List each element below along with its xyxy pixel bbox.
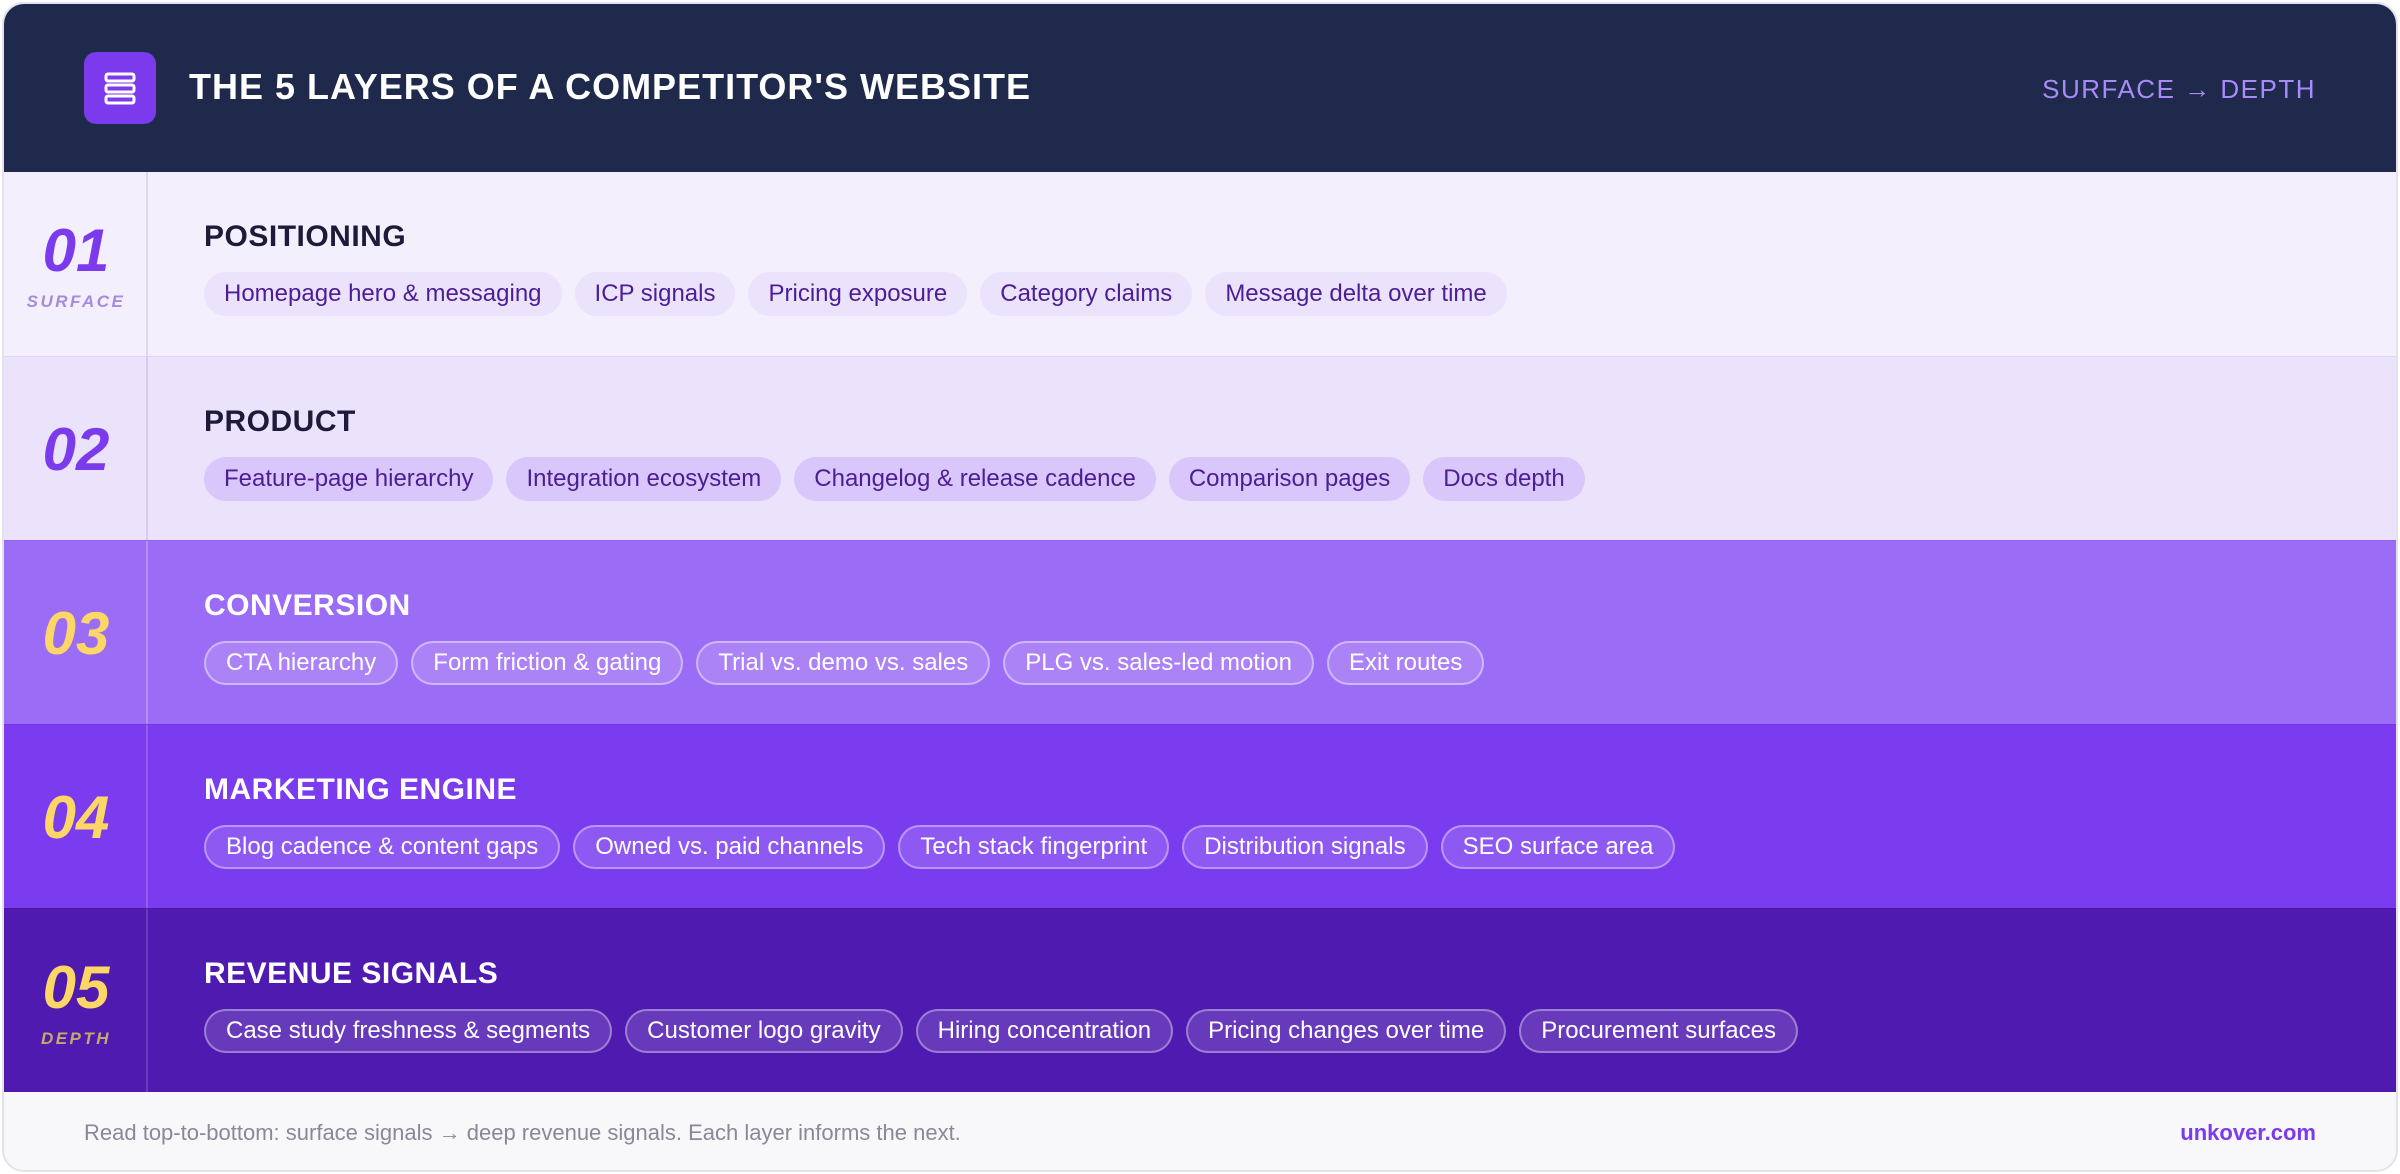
signal-chip: Homepage hero & messaging	[204, 272, 562, 316]
layer-number: 05	[42, 954, 110, 1021]
layer-number: 02	[42, 416, 110, 483]
layer-marketing-engine: 04 MARKETING ENGINE Blog cadence & conte…	[4, 724, 2396, 908]
layer-number-column: 02	[4, 357, 148, 540]
signal-chip: Hiring concentration	[915, 1009, 1174, 1053]
signal-chip: Trial vs. demo vs. sales	[696, 641, 991, 685]
signal-chip: Form friction & gating	[411, 641, 684, 685]
layer-title: MARKETING ENGINE	[204, 773, 518, 806]
signal-chip: Docs depth	[1423, 457, 1585, 501]
layer-number-column: 01 SURFACE	[4, 172, 148, 356]
infographic-card: THE 5 LAYERS OF A COMPETITOR'S WEBSITE S…	[2, 2, 2398, 1172]
layer-positioning: 01 SURFACE POSITIONING Homepage hero & m…	[4, 172, 2396, 356]
signal-chip: Changelog & release cadence	[794, 457, 1156, 501]
layer-number-column: 04	[4, 725, 148, 908]
signal-chip: Procurement surfaces	[1519, 1009, 1798, 1053]
signal-chip: Customer logo gravity	[625, 1009, 903, 1053]
signal-chip: Owned vs. paid channels	[573, 825, 886, 869]
signal-chip: Exit routes	[1327, 641, 1485, 685]
layer-product: 02 PRODUCT Feature-page hierarchy Integr…	[4, 356, 2396, 540]
signal-chip: Case study freshness & segments	[204, 1009, 613, 1053]
layer-tag: DEPTH	[40, 1029, 112, 1048]
layer-tag: SURFACE	[26, 292, 126, 311]
chip-list: CTA hierarchy Form friction & gating Tri…	[204, 641, 1485, 685]
layer-title: PRODUCT	[204, 405, 356, 438]
footer: Read top-to-bottom: surface signals → de…	[4, 1092, 2396, 1170]
chip-list: Feature-page hierarchy Integration ecosy…	[204, 457, 1585, 501]
layer-stack: 01 SURFACE POSITIONING Homepage hero & m…	[4, 172, 2396, 1092]
layer-number-column: 03	[4, 541, 148, 724]
layer-conversion: 03 CONVERSION CTA hierarchy Form frictio…	[4, 540, 2396, 724]
layer-title: CONVERSION	[204, 589, 411, 622]
direction-label: SURFACE → DEPTH	[2042, 74, 2316, 104]
signal-chip: Blog cadence & content gaps	[204, 825, 561, 869]
signal-chip: Feature-page hierarchy	[204, 457, 494, 501]
signal-chip: SEO surface area	[1440, 825, 1676, 869]
layer-number: 01	[42, 217, 110, 284]
signal-chip: Comparison pages	[1168, 457, 1411, 501]
footer-note: Read top-to-bottom: surface signals → de…	[84, 1120, 961, 1145]
header: THE 5 LAYERS OF A COMPETITOR'S WEBSITE S…	[4, 4, 2396, 172]
layer-revenue-signals: 05 DEPTH REVENUE SIGNALS Case study fres…	[4, 908, 2396, 1092]
signal-chip: CTA hierarchy	[204, 641, 399, 685]
signal-chip: ICP signals	[574, 272, 736, 316]
brand-link[interactable]: unkover.com	[2180, 1120, 2316, 1146]
signal-chip: Pricing exposure	[748, 272, 968, 316]
signal-chip: Tech stack fingerprint	[898, 825, 1170, 869]
layer-number: 03	[42, 600, 110, 667]
layers-stack-icon	[84, 52, 156, 124]
page-title: THE 5 LAYERS OF A COMPETITOR'S WEBSITE	[189, 66, 1031, 107]
signal-chip: Pricing changes over time	[1186, 1009, 1507, 1053]
signal-chip: PLG vs. sales-led motion	[1003, 641, 1314, 685]
signal-chip: Message delta over time	[1205, 272, 1507, 316]
layer-title: POSITIONING	[204, 220, 407, 253]
signal-chip: Distribution signals	[1182, 825, 1428, 869]
layer-title: REVENUE SIGNALS	[204, 957, 499, 990]
chip-list: Blog cadence & content gaps Owned vs. pa…	[204, 825, 1676, 869]
layer-number: 04	[42, 784, 110, 851]
signal-chip: Category claims	[980, 272, 1193, 316]
layer-number-column: 05 DEPTH	[4, 909, 148, 1092]
chip-list: Homepage hero & messaging ICP signals Pr…	[204, 272, 1507, 316]
signal-chip: Integration ecosystem	[506, 457, 782, 501]
chip-list: Case study freshness & segments Customer…	[204, 1009, 1798, 1053]
